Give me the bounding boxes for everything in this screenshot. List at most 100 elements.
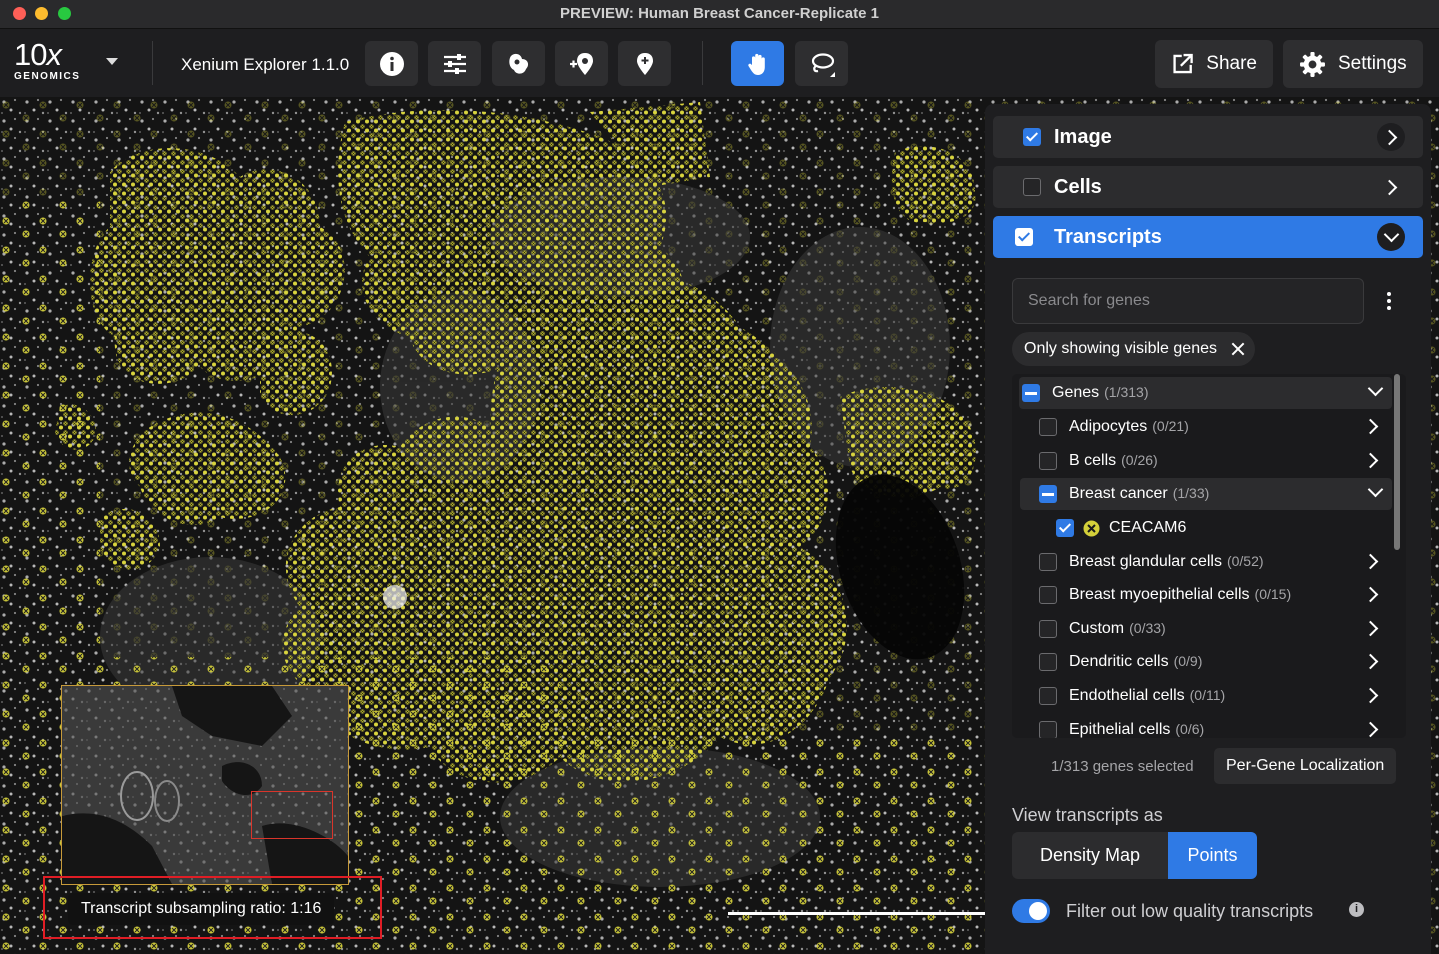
tree-label: Breast glandular cells	[1069, 553, 1222, 570]
filter-low-quality-toggle[interactable]	[1012, 899, 1050, 923]
scale-bar	[728, 912, 988, 915]
custom-checkbox[interactable]	[1039, 620, 1057, 638]
location-button[interactable]	[618, 41, 671, 86]
tree-row-breast-myoepithelial-cells[interactable]: Breast myoepithelial cells (0/15)	[1019, 579, 1399, 611]
tree-count: (0/33)	[1129, 620, 1166, 636]
density-map-button[interactable]: Density Map	[1012, 832, 1168, 879]
logo-main-text: 10	[14, 37, 47, 72]
lasso-tool-button[interactable]	[795, 41, 848, 86]
tree-row-ceacam6[interactable]: CEACAM6	[1019, 512, 1399, 544]
adjust-button[interactable]	[428, 41, 481, 86]
cell-segmentation-button[interactable]	[492, 41, 545, 86]
logo-subtitle: GENOMICS	[14, 71, 81, 82]
tree-row-adipocytes[interactable]: Adipocytes (0/21)	[1019, 411, 1399, 443]
filter-chip-label: Only showing visible genes	[1024, 340, 1217, 357]
tree-count: (0/6)	[1175, 721, 1205, 737]
minimap-viewport-box[interactable]	[251, 791, 333, 839]
tree-count: (1/313)	[1104, 384, 1149, 400]
chevron-right-icon[interactable]	[1362, 418, 1379, 435]
overview-minimap[interactable]	[61, 685, 349, 885]
b-cells-checkbox[interactable]	[1039, 452, 1057, 470]
settings-button[interactable]: Settings	[1283, 40, 1423, 88]
share-button[interactable]: Share	[1155, 40, 1273, 88]
adipocytes-checkbox[interactable]	[1039, 418, 1057, 436]
tree-row-breast-cancer[interactable]: Breast cancer (1/33)	[1020, 478, 1392, 510]
add-location-button[interactable]	[555, 41, 608, 86]
close-icon[interactable]	[1231, 342, 1245, 356]
settings-label: Settings	[1338, 53, 1407, 74]
logo-x-text: x	[46, 37, 61, 72]
app-name: Xenium Explorer 1.1.0	[181, 55, 350, 74]
breast-myoepithelial-checkbox[interactable]	[1039, 586, 1057, 604]
points-button[interactable]: Points	[1168, 832, 1257, 879]
genes-selected-count: 1/313 genes selected	[1051, 758, 1194, 775]
info-icon	[379, 51, 404, 76]
tree-row-b-cells[interactable]: B cells (0/26)	[1019, 445, 1399, 477]
chevron-right-icon[interactable]	[1381, 179, 1398, 196]
epithelial-checkbox[interactable]	[1039, 721, 1057, 738]
info-icon[interactable]: i	[1349, 902, 1364, 917]
chevron-right-icon[interactable]	[1362, 653, 1379, 670]
chevron-right-icon[interactable]	[1362, 687, 1379, 704]
tree-count: (0/52)	[1226, 553, 1264, 569]
add-pin-icon	[569, 52, 593, 75]
window-title: PREVIEW: Human Breast Cancer-Replicate 1	[560, 5, 879, 22]
lasso-icon	[811, 52, 835, 77]
10x-genomics-logo[interactable]: 10x GENOMICS	[14, 39, 94, 87]
tree-label: CEACAM6	[1109, 519, 1187, 536]
gene-search-input[interactable]	[1013, 279, 1363, 323]
transcripts-collapse-button[interactable]	[1377, 223, 1405, 251]
tree-label: Adipocytes	[1069, 418, 1148, 435]
tree-label: Breast myoepithelial cells	[1069, 586, 1250, 603]
subsampling-ratio-label: Transcript subsampling ratio: 1:16	[68, 893, 335, 925]
share-icon	[1173, 53, 1193, 74]
tree-row-dendritic-cells[interactable]: Dendritic cells (0/9)	[1019, 646, 1399, 678]
layer-image-header[interactable]: Image	[993, 116, 1423, 158]
breast-glandular-checkbox[interactable]	[1039, 553, 1057, 571]
gear-icon	[1300, 51, 1325, 77]
layer-transcripts-header[interactable]: Transcripts	[993, 216, 1423, 258]
image-layer-label: Image	[1054, 126, 1112, 148]
cells-layer-checkbox[interactable]	[1023, 178, 1041, 196]
layer-cells-header[interactable]: Cells	[993, 166, 1423, 208]
tree-row-breast-glandular-cells[interactable]: Breast glandular cells (0/52)	[1019, 546, 1399, 578]
visible-genes-filter-chip: Only showing visible genes	[1012, 332, 1255, 366]
tree-row-endothelial-cells[interactable]: Endothelial cells (0/11)	[1019, 680, 1399, 712]
transcripts-layer-label: Transcripts	[1054, 226, 1162, 248]
chevron-right-icon[interactable]	[1362, 452, 1379, 469]
chevron-right-icon[interactable]	[1362, 721, 1379, 738]
ceacam6-checkbox[interactable]	[1056, 519, 1074, 537]
more-options-icon[interactable]	[1387, 292, 1391, 310]
gene-tree-scrollbar[interactable]	[1394, 374, 1400, 550]
caret-down-icon[interactable]	[106, 58, 118, 65]
chevron-down-icon[interactable]	[1367, 481, 1384, 498]
tree-row-custom[interactable]: Custom (0/33)	[1019, 613, 1399, 645]
image-expand-button[interactable]	[1377, 123, 1405, 151]
pan-tool-button[interactable]	[731, 41, 784, 86]
image-layer-checkbox[interactable]	[1023, 128, 1041, 146]
tree-label: Dendritic cells	[1069, 653, 1169, 670]
app-toolbar: 10x GENOMICS Xenium Explorer 1.1.0 Share…	[0, 29, 1439, 97]
minimap-image	[62, 686, 348, 884]
chevron-right-icon[interactable]	[1362, 586, 1379, 603]
tree-label: Epithelial cells	[1069, 721, 1171, 738]
endothelial-checkbox[interactable]	[1039, 687, 1057, 705]
gene-search-field[interactable]	[1012, 278, 1364, 324]
tree-row-epithelial-cells[interactable]: Epithelial cells (0/6)	[1019, 714, 1399, 738]
per-gene-localization-button[interactable]: Per-Gene Localization	[1214, 748, 1397, 784]
chevron-right-icon[interactable]	[1362, 553, 1379, 570]
chevron-down-icon[interactable]	[1367, 380, 1384, 397]
chevron-down-icon	[1383, 226, 1400, 243]
chevron-right-icon[interactable]	[1362, 620, 1379, 637]
layers-panel: Image Cells Transcripts Only showing vis…	[985, 104, 1431, 954]
info-button[interactable]	[365, 41, 418, 86]
dendritic-checkbox[interactable]	[1039, 653, 1057, 671]
filter-low-quality-label: Filter out low quality transcripts	[1066, 901, 1314, 921]
toolbar-divider	[152, 41, 153, 85]
toolbar-divider	[702, 41, 703, 85]
tree-count: (0/15)	[1254, 586, 1292, 602]
genes-checkbox[interactable]	[1022, 384, 1040, 402]
transcripts-layer-checkbox[interactable]	[1015, 228, 1033, 246]
breast-cancer-checkbox[interactable]	[1039, 485, 1057, 503]
tree-row-genes[interactable]: Genes (1/313)	[1019, 377, 1392, 409]
